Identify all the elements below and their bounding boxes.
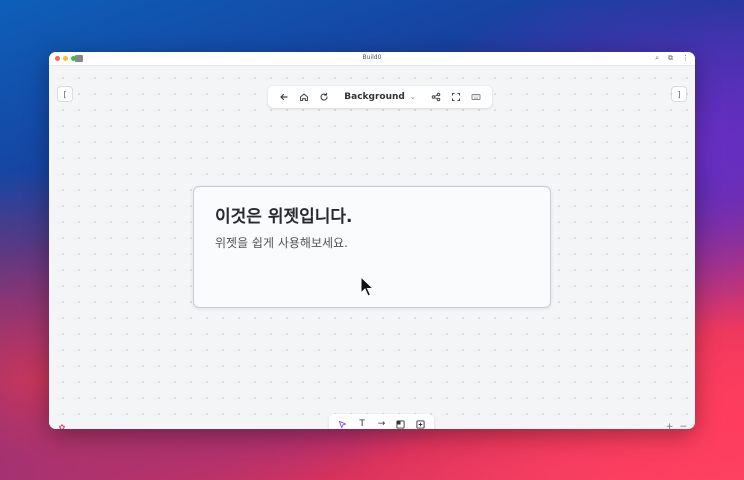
whiteboard-canvas[interactable]: [ ] Background ⌄ 이것은 위젯입니다. 위젯을 쉽게 사용해보세…	[49, 66, 695, 429]
widget-title: 이것은 위젯입니다.	[215, 207, 353, 227]
select-tool-button[interactable]	[334, 416, 351, 429]
home-button[interactable]	[294, 88, 314, 106]
text-tool-button[interactable]: T	[354, 416, 371, 429]
background-select-label: Background	[344, 92, 405, 102]
titlebar-actions: ⌕ ⧉ ⋮	[655, 54, 689, 63]
window-title: Build0	[362, 54, 382, 61]
fullscreen-icon	[452, 93, 460, 101]
back-button[interactable]	[274, 88, 294, 106]
more-icon[interactable]: ⋮	[682, 54, 689, 63]
refresh-button[interactable]	[314, 88, 334, 106]
refresh-icon	[320, 92, 328, 101]
zoom-out-button[interactable]: −	[679, 422, 687, 429]
app-logo-icon[interactable]: ✿	[57, 422, 67, 430]
app-window: Build0 ⌕ ⧉ ⋮ [ ] Background ⌄ 이것은 위젯입니다.…	[49, 52, 695, 429]
title-bar: Build0 ⌕ ⧉ ⋮	[49, 52, 695, 66]
home-icon	[300, 93, 308, 101]
keyboard-icon	[471, 94, 481, 100]
select-icon	[339, 420, 347, 428]
top-toolbar: Background ⌄	[268, 86, 492, 108]
keyboard-button[interactable]	[466, 88, 486, 106]
right-panel-icon: ]	[677, 89, 681, 99]
fullscreen-button[interactable]	[446, 88, 466, 106]
zoom-in-button[interactable]: +	[666, 422, 674, 429]
arrow-tool-button[interactable]: →	[373, 416, 390, 429]
add-icon	[416, 419, 425, 429]
search-icon[interactable]: ⌕	[655, 54, 659, 63]
chevron-down-icon: ⌄	[409, 93, 416, 101]
background-select[interactable]: Background ⌄	[334, 92, 426, 102]
back-arrow-icon	[280, 93, 288, 101]
zoom-controls: + −	[666, 422, 687, 429]
mouse-pointer-icon	[360, 276, 374, 297]
share-icon	[431, 92, 441, 102]
text-icon: T	[359, 419, 365, 429]
extension-icon[interactable]: ⧉	[668, 54, 673, 63]
widget-body: 위젯을 쉽게 사용해보세요.	[215, 236, 348, 250]
frame-tool-button[interactable]	[392, 416, 409, 429]
left-panel-toggle[interactable]: [	[57, 86, 73, 102]
bottom-toolbar: T →	[329, 414, 434, 429]
add-widget-button[interactable]	[412, 416, 429, 429]
right-panel-toggle[interactable]: ]	[671, 86, 687, 102]
arrow-icon: →	[377, 419, 386, 429]
frame-icon	[396, 419, 405, 429]
left-panel-icon: [	[63, 89, 67, 99]
share-button[interactable]	[426, 88, 446, 106]
